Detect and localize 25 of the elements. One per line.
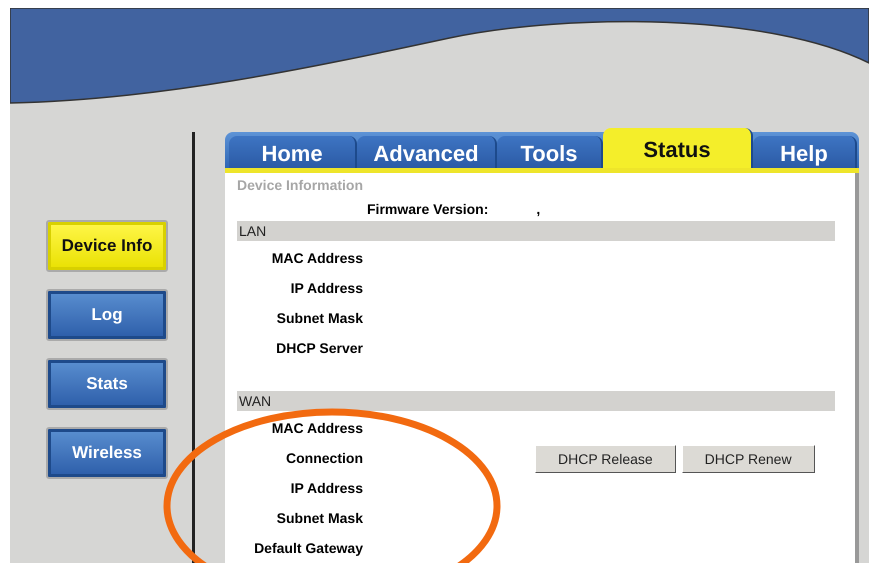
field-value: ,	[536, 201, 540, 217]
nav-tab[interactable]: Tools	[497, 136, 603, 168]
side-nav-button[interactable]: Stats	[46, 358, 168, 410]
section-header: WAN	[237, 391, 835, 411]
field-label: Subnet Mask	[276, 509, 363, 528]
side-nav-button[interactable]: Log	[46, 289, 168, 341]
field-label: MAC Address	[272, 249, 363, 268]
page-title: Device Information	[237, 177, 364, 195]
nav-tab[interactable]: Advanced	[357, 136, 497, 168]
section-header: LAN	[237, 221, 835, 241]
field-label: IP Address	[290, 279, 363, 298]
nav-tab[interactable]: Help	[753, 136, 857, 168]
field-label: Firmware Version:	[367, 201, 488, 217]
dhcp-button[interactable]: DHCP Renew	[682, 445, 815, 473]
field-label: Subnet Mask	[276, 309, 363, 328]
field-label: DHCP Server	[276, 339, 363, 358]
nav-tab[interactable]: Status	[603, 128, 753, 168]
field-label: Default Gateway	[254, 539, 363, 558]
field-label: MAC Address	[272, 419, 363, 438]
field-label: Connection	[286, 449, 363, 468]
side-nav-button[interactable]: Device Info	[46, 220, 168, 272]
field-label: IP Address	[290, 479, 363, 498]
side-nav-button[interactable]: Wireless	[46, 427, 168, 479]
dhcp-button[interactable]: DHCP Release	[535, 445, 676, 473]
nav-tab[interactable]: Home	[229, 136, 357, 168]
